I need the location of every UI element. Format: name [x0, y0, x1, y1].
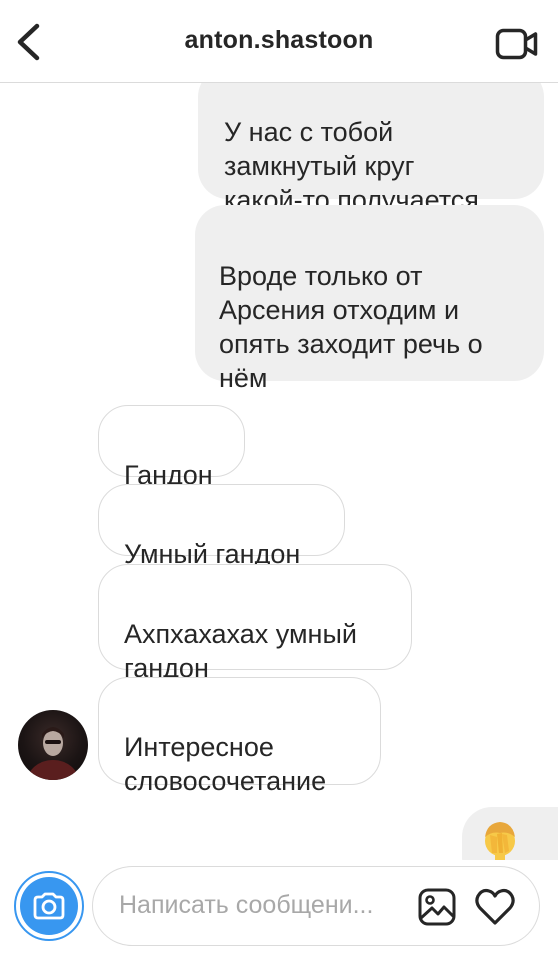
message-input-placeholder[interactable]: Написать сообщени... — [119, 891, 373, 920]
video-camera-icon — [495, 28, 538, 60]
gallery-button[interactable] — [417, 887, 457, 927]
message-bubble-incoming[interactable]: Интересное словосочетание — [98, 677, 381, 796]
sender-avatar[interactable] — [18, 710, 88, 780]
video-call-button[interactable] — [494, 24, 540, 64]
message-bubble-outgoing[interactable]: Вроде только от Арсения отходим и опять … — [195, 205, 544, 393]
conversation-title[interactable]: anton.shastoon — [0, 26, 558, 55]
message-composer: Написать сообщени... — [0, 860, 558, 960]
message-text: Интересное словосочетание — [124, 732, 327, 796]
message-bubble-outgoing[interactable]: У нас с тобой замкнутый круг какой-то по… — [198, 83, 544, 215]
avatar-photo — [27, 727, 79, 780]
camera-button[interactable] — [14, 871, 84, 941]
like-button[interactable] — [473, 885, 517, 929]
face-palm-emoji — [485, 822, 515, 860]
message-text: Ахпхахахах умный гандон — [124, 619, 357, 683]
gallery-icon — [418, 888, 456, 926]
message-bubble-incoming[interactable]: Умный гандон — [98, 484, 345, 569]
message-text: У нас с тобой замкнутый круг какой-то по… — [224, 117, 479, 215]
dm-screen: anton.shastoon У нас с тобой замкнутый к… — [0, 0, 558, 960]
camera-icon — [33, 892, 65, 920]
message-thread[interactable]: У нас с тобой замкнутый круг какой-то по… — [0, 83, 558, 860]
heart-icon — [475, 888, 515, 925]
message-input[interactable]: Написать сообщени... — [92, 866, 540, 946]
camera-button-fill — [20, 877, 78, 935]
message-bubble-incoming[interactable]: Ахпхахахах умный гандон — [98, 564, 412, 683]
message-text: Вроде только от Арсения отходим и опять … — [219, 261, 483, 393]
message-bubble-outgoing[interactable] — [462, 807, 558, 860]
header: anton.shastoon — [0, 0, 558, 83]
message-bubble-incoming[interactable]: Гандон — [98, 405, 245, 490]
